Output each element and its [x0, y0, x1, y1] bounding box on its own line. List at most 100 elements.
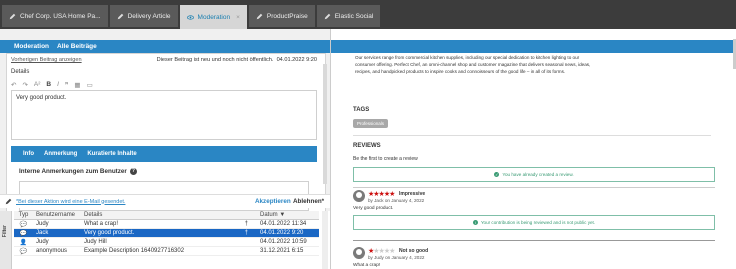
row-details: What a crap! [84, 221, 119, 227]
status-message: Dieser Beitrag ist neu und noch nicht öf… [156, 57, 274, 63]
row-date: 31.12.2021 6:15 [260, 248, 304, 254]
flag-icon: † [244, 221, 248, 227]
preview-header-bar [331, 40, 736, 53]
moderation-header: Moderation Alle Beiträge [0, 40, 330, 53]
rating-stars: ★★★★★ [368, 191, 395, 198]
pending-notice: i Your contribution is being reviewed an… [353, 215, 715, 230]
row-details: Example Description 1640927716302 [84, 248, 185, 254]
column-details[interactable]: Details [80, 212, 210, 218]
subtab-strip: Info Anmerkung Kuratierte Inhalte [11, 146, 317, 162]
tab-info[interactable]: Info [23, 151, 34, 157]
row-username: anonymous [36, 248, 68, 254]
column-username[interactable]: Benutzername [30, 212, 80, 218]
row-date: 04.01.2022 9:20 [260, 230, 304, 236]
review-text: What a crap! [353, 263, 381, 268]
row-username: Judy [36, 239, 49, 245]
status-date: 04.01.2022 9:20 [276, 57, 317, 63]
tab-annotation[interactable]: Anmerkung [44, 151, 77, 157]
tab-productpraise[interactable]: ProductPraise [248, 5, 315, 27]
previous-post-link[interactable]: Vorherigen Beitrag anzeigen [11, 57, 82, 63]
review-item: ★★★★★ Not so good by Judy on January 4, … [353, 245, 715, 269]
toolbar-strip [0, 29, 330, 40]
eye-icon [186, 14, 194, 20]
editor-tab-bar: Chef Corp. USA Home Pa... Delivery Artic… [0, 0, 736, 29]
details-label: Details [11, 69, 30, 75]
flag-icon: † [244, 230, 248, 236]
detail-scrollbar[interactable] [323, 64, 327, 184]
tab-chef-corp-home[interactable]: Chef Corp. USA Home Pa... [2, 5, 108, 27]
bold-icon[interactable]: B [46, 81, 51, 89]
tab-label: Moderation [197, 13, 231, 21]
tags-heading: TAGS [353, 107, 370, 113]
review-author: by Jack on January 4, 2022 [368, 198, 425, 203]
table-row[interactable]: 💬 Judy What a crap! † 04.01.2022 11:34 [14, 220, 319, 229]
row-details: Judy Hill [84, 239, 107, 245]
row-username: Judy [36, 221, 49, 227]
table-row[interactable]: 💬 anonymous Example Description 16409277… [14, 247, 319, 256]
column-date[interactable]: Datum ▼ [256, 212, 316, 218]
table-row[interactable]: 💬 Jack Very good product. † 04.01.2022 9… [14, 229, 319, 238]
editor-toolbar: ↶ ↷ A² B I ❞ ▦ ▭ [11, 81, 93, 89]
tag-badge[interactable]: Professionals [353, 119, 389, 128]
row-details: Very good product. [84, 230, 135, 236]
tab-elastic-social[interactable]: Elastic Social [316, 5, 381, 27]
table-row[interactable]: 👤 Judy Judy Hill 04.01.2022 10:59 [14, 238, 319, 247]
email-note: *Bei dieser Aktion wird eine E-Mail gese… [16, 198, 126, 205]
tab-label: ProductPraise [266, 12, 308, 20]
image-icon[interactable]: ▭ [87, 81, 93, 89]
accept-button[interactable]: Akzeptieren [255, 198, 291, 205]
divider [353, 240, 715, 241]
review-title: Not so good [399, 248, 429, 254]
grid-scrollbar[interactable] [322, 211, 328, 269]
undo-icon[interactable]: ↶ [11, 81, 16, 89]
review-author: by Judy on January 4, 2022 [368, 255, 425, 260]
pencil-icon [9, 13, 16, 19]
info-icon: i [472, 220, 478, 225]
tab-moderation-view[interactable]: Moderation [14, 43, 49, 50]
preview-panel: Our services range from commercial kitch… [330, 29, 736, 269]
rating-stars: ★★★★★ [368, 248, 395, 255]
help-icon[interactable]: ? [129, 168, 137, 175]
divider [353, 135, 711, 136]
close-icon[interactable]: × [236, 14, 240, 21]
notice-text: Your contribution is being reviewed and … [480, 220, 596, 225]
review-title: Impressive [399, 191, 426, 197]
pencil-icon [256, 13, 263, 19]
filter-toggle[interactable]: Filter [0, 211, 12, 269]
tab-label: Elastic Social [334, 12, 374, 20]
table-icon[interactable]: ▦ [74, 81, 80, 89]
tab-all-posts[interactable]: Alle Beiträge [57, 43, 97, 50]
column-typ[interactable]: Typ [14, 212, 30, 218]
review-item: ★★★★★ Impressive by Jack on January 4, 2… [353, 187, 715, 215]
action-bar: *Bei dieser Aktion wird eine E-Mail gese… [0, 194, 330, 208]
reject-button[interactable]: Ablehnen* [293, 198, 324, 205]
font-size-icon[interactable]: A² [34, 81, 41, 89]
pencil-icon [324, 13, 331, 19]
intro-text: Our services range from commercial kitch… [355, 55, 591, 74]
post-grid: Typ Benutzername Details Datum ▼ 💬 Judy … [14, 211, 319, 256]
internal-notes-heading: Interne Anmerkungen zum Benutzer ? [19, 168, 137, 175]
pencil-icon [117, 13, 123, 19]
internal-notes-label: Interne Anmerkungen zum Benutzer [19, 168, 127, 175]
pencil-icon [5, 198, 12, 205]
quote-icon[interactable]: ❞ [65, 81, 69, 89]
tab-curated-content[interactable]: Kuratierte Inhalte [87, 151, 136, 157]
tab-delivery-article[interactable]: Delivery Article [109, 5, 178, 27]
italic-icon[interactable]: I [57, 81, 59, 89]
tab-moderation[interactable]: Moderation × [179, 5, 247, 29]
already-created-notice: ✓ You have already created a review. [353, 167, 715, 182]
review-text: Very good product. [353, 206, 394, 211]
status-line: Vorherigen Beitrag anzeigen Dieser Beitr… [11, 57, 317, 63]
redo-icon[interactable]: ↷ [22, 81, 27, 89]
status-text: Dieser Beitrag ist neu und noch nicht öf… [157, 57, 317, 63]
reviews-heading: REVIEWS [353, 143, 381, 149]
tab-label: Delivery Article [127, 12, 171, 20]
first-review-text: Be the first to create a review [353, 156, 418, 162]
details-editor[interactable]: Very good product. [11, 90, 317, 140]
notice-text: You have already created a review. [502, 172, 574, 177]
avatar [353, 247, 365, 259]
user-icon: 👤 [19, 239, 28, 246]
avatar [353, 190, 365, 202]
check-icon: ✓ [494, 172, 500, 177]
moderation-panel: Moderation Alle Beiträge Vorherigen Beit… [0, 29, 330, 269]
